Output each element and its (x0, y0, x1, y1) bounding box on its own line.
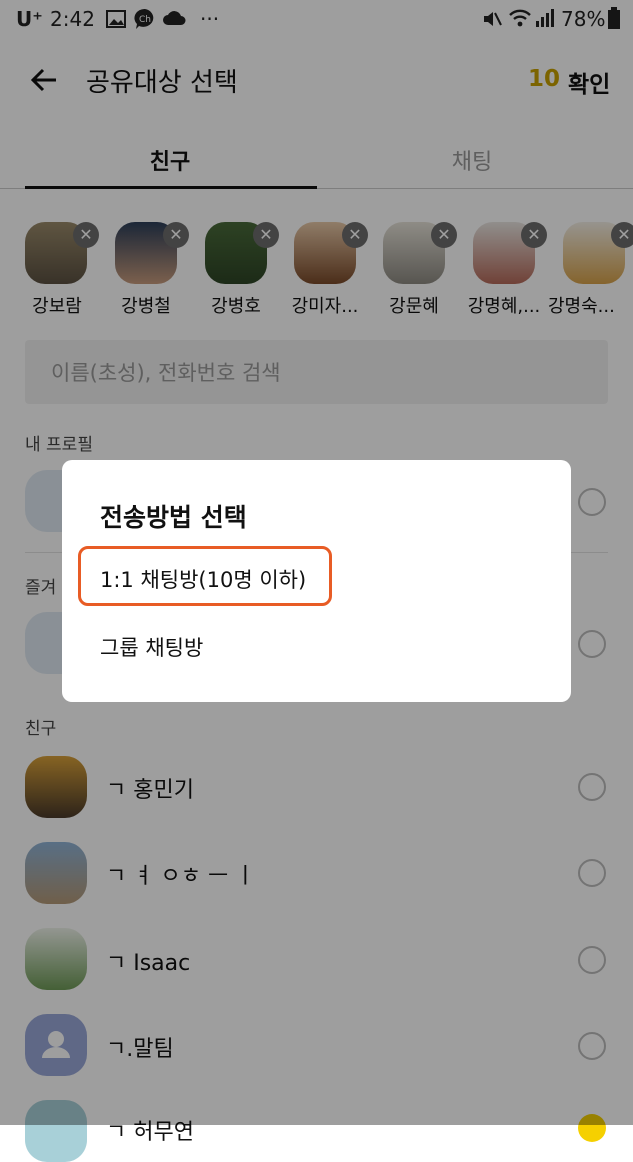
option-one-to-one-chat[interactable]: 1:1 채팅방(10명 이하) (100, 564, 306, 594)
dialog-title: 전송방법 선택 (100, 503, 247, 532)
option-group-chat[interactable]: 그룹 채팅방 (100, 632, 203, 662)
send-method-dialog: 전송방법 선택 1:1 채팅방(10명 이하) 그룹 채팅방 (62, 460, 571, 702)
